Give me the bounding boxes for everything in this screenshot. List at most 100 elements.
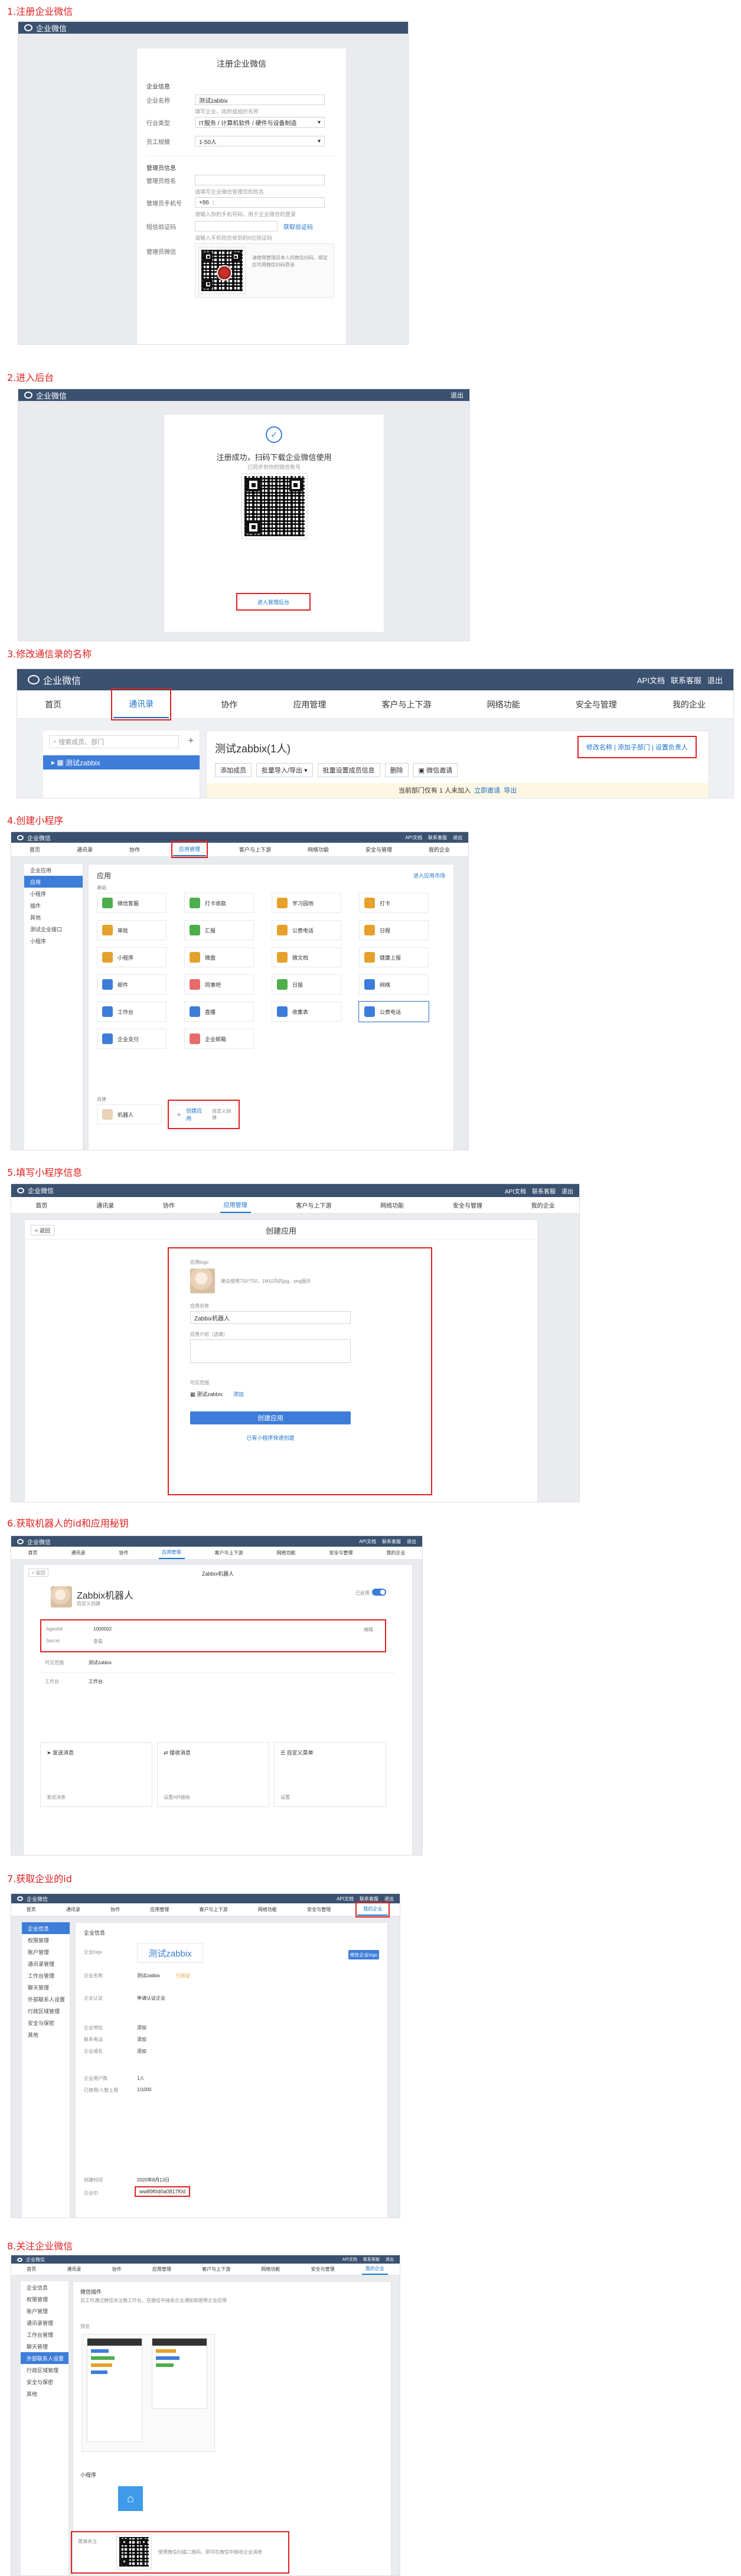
nav-apps[interactable]: 应用管理 — [149, 2264, 175, 2275]
nav-contacts[interactable]: 通讯录 — [68, 1547, 89, 1559]
nav-home[interactable]: 首页 — [25, 1547, 41, 1559]
company-name-input[interactable]: 测试zabbix — [195, 94, 325, 105]
sidebar-item[interactable]: 权限管理 — [22, 1934, 70, 1946]
sidebar-item[interactable]: 企业信息 — [22, 1922, 70, 1934]
invite-now-link[interactable]: 立即邀请 — [474, 785, 500, 795]
nav-contacts[interactable]: 通讯录 — [63, 1903, 84, 1916]
nav-security[interactable]: 安全与管理 — [303, 1903, 334, 1916]
logout-link[interactable]: 退出 — [707, 674, 723, 686]
industry-select[interactable]: IT服务 / 计算机软件 / 硬件与设备制造 ▾ — [195, 117, 325, 128]
sidebar-item[interactable]: 安全与保密 — [22, 2017, 70, 2029]
edit-dept-links[interactable]: 修改名称 | 添加子部门 | 设置负责人 — [586, 742, 688, 752]
nav-collab[interactable]: 协作 — [109, 2264, 125, 2275]
nav-home[interactable]: 首页 — [32, 1197, 51, 1213]
nav-my-company[interactable]: 我的企业 — [669, 690, 709, 718]
sidebar-item[interactable]: 权限管理 — [21, 2293, 68, 2305]
change-logo-button[interactable]: 修改企业logo — [348, 1950, 379, 1959]
nav-security[interactable]: 安全与管理 — [308, 2264, 338, 2275]
nav-collab[interactable]: 协作 — [107, 1903, 123, 1916]
add-icon[interactable]: + — [188, 736, 194, 746]
enable-toggle[interactable] — [372, 1589, 386, 1596]
scale-select[interactable]: 1-50人 ▾ — [195, 136, 325, 146]
logout-link[interactable]: 退出 — [451, 390, 463, 400]
nav-contacts[interactable]: 通讯录 — [73, 843, 96, 856]
nav-home[interactable]: 首页 — [23, 2264, 40, 2275]
nav-my-company[interactable]: 我的企业 — [528, 1197, 559, 1213]
receive-api-link[interactable]: 设置API接收 — [164, 1794, 190, 1801]
nav-contacts[interactable]: 通讯录 — [111, 688, 172, 720]
nav-network[interactable]: 网络功能 — [484, 690, 524, 718]
enter-admin-link[interactable]: 进入管理后台 — [257, 598, 289, 606]
nav-collab[interactable]: 协作 — [116, 1547, 132, 1559]
download-qr-code[interactable] — [241, 473, 308, 539]
edit-link[interactable]: 编辑 — [364, 1626, 373, 1633]
nav-apps[interactable]: 应用管理 — [146, 1903, 172, 1916]
nav-customers[interactable]: 客户与上下游 — [236, 843, 275, 856]
nav-my-company[interactable]: 我的企业 — [355, 1902, 390, 1918]
admin-name-input[interactable] — [195, 175, 325, 185]
sms-input[interactable] — [195, 221, 278, 231]
api-doc-link[interactable]: API文档 — [637, 674, 665, 686]
sidebar-item-other[interactable]: 其他 — [24, 911, 83, 923]
sidebar-item[interactable]: 企业信息 — [21, 2281, 68, 2293]
app-name-input[interactable]: Zabbix机器人 — [190, 1311, 351, 1324]
sidebar-item[interactable]: 聊天管理 — [21, 2340, 68, 2352]
api-doc-link[interactable]: API文档 — [359, 1538, 376, 1545]
sidebar-item[interactable]: 账户管理 — [21, 2305, 68, 2317]
contact-link[interactable]: 联系客服 — [360, 1896, 378, 1902]
app-tile[interactable]: 日程 — [359, 920, 429, 940]
api-doc-link[interactable]: API文档 — [337, 1896, 354, 1902]
nav-apps[interactable]: 应用管理 — [158, 1547, 185, 1559]
sidebar-item-apps[interactable]: 应用 — [24, 876, 83, 888]
sidebar-item[interactable]: 行政区域管理 — [22, 2005, 70, 2017]
nav-my-company[interactable]: 我的企业 — [383, 1547, 409, 1559]
nav-security[interactable]: 安全与管理 — [326, 1547, 357, 1559]
app-tile[interactable]: 打卡收款 — [184, 893, 254, 913]
app-tile[interactable]: 日报 — [272, 974, 341, 994]
app-tile[interactable]: 小程序 — [97, 947, 167, 967]
sidebar-item[interactable]: 通讯录管理 — [21, 2317, 68, 2329]
nav-home[interactable]: 首页 — [41, 690, 65, 718]
contact-link[interactable]: 联系客服 — [363, 2257, 380, 2262]
sidebar-item[interactable]: 工作台管理 — [22, 1970, 70, 1981]
nav-home[interactable]: 首页 — [26, 843, 44, 856]
wechat-qr-code[interactable] — [198, 247, 246, 294]
batch-set-button[interactable]: 批量设置成员信息 — [317, 763, 380, 777]
visible-edit-link[interactable]: 添加 — [233, 1390, 244, 1398]
app-tile[interactable]: 直播 — [184, 1002, 254, 1022]
import-export-button[interactable]: 批量导入/导出 ▾ — [256, 763, 313, 777]
app-tile[interactable]: 公费电话 — [272, 920, 341, 940]
app-tile[interactable]: 健康上报 — [359, 947, 429, 967]
org-root-item[interactable]: ▸ ▦ 测试zabbix — [43, 755, 200, 769]
logout-link[interactable]: 退出 — [407, 1538, 416, 1545]
nav-customers[interactable]: 客户与上下游 — [196, 1903, 231, 1916]
secret-view-link[interactable]: 查看 — [93, 1638, 103, 1645]
nav-network[interactable]: 网络功能 — [304, 843, 332, 856]
nav-my-company[interactable]: 我的企业 — [425, 843, 453, 856]
logout-link[interactable]: 退出 — [386, 2257, 394, 2262]
nav-network[interactable]: 网络功能 — [254, 1903, 280, 1916]
nav-network[interactable]: 网络功能 — [273, 1547, 299, 1559]
app-tile[interactable]: 收集表 — [272, 1002, 341, 1022]
sidebar-item[interactable]: 外部联系人设置 — [21, 2352, 68, 2364]
contact-link[interactable]: 联系客服 — [382, 1538, 401, 1545]
app-tile[interactable]: 微文档 — [272, 947, 341, 967]
app-tile[interactable]: 微信客服 — [97, 893, 167, 913]
contact-link[interactable]: 联系客服 — [671, 674, 701, 686]
robot-app-tile[interactable]: 机器人 — [97, 1104, 162, 1124]
export-link[interactable]: 导出 — [504, 785, 517, 795]
sidebar-item[interactable]: 行政区域管理 — [21, 2364, 68, 2376]
admin-phone-input[interactable]: +86 | — [195, 197, 325, 208]
nav-customers[interactable]: 客户与上下游 — [378, 690, 435, 718]
sidebar-item-plugins[interactable]: 插件 — [24, 899, 83, 911]
sidebar-item[interactable]: 通讯录管理 — [22, 1958, 70, 1970]
app-tile[interactable]: 公费电话 — [358, 1001, 429, 1022]
sidebar-item-company-apps[interactable]: 企业应用 — [24, 864, 83, 876]
logout-link[interactable]: 退出 — [384, 1896, 394, 1902]
app-tile[interactable]: 邮件 — [97, 974, 167, 994]
sidebar-item-mini-2[interactable]: 小程序 — [24, 935, 83, 947]
company-id-value[interactable]: ww89f0d0a0817f0d — [139, 2189, 185, 2195]
add-member-button[interactable]: 添加成员 — [215, 763, 252, 777]
contact-link[interactable]: 联系客服 — [428, 834, 447, 841]
nav-network[interactable]: 网络功能 — [377, 1197, 407, 1213]
